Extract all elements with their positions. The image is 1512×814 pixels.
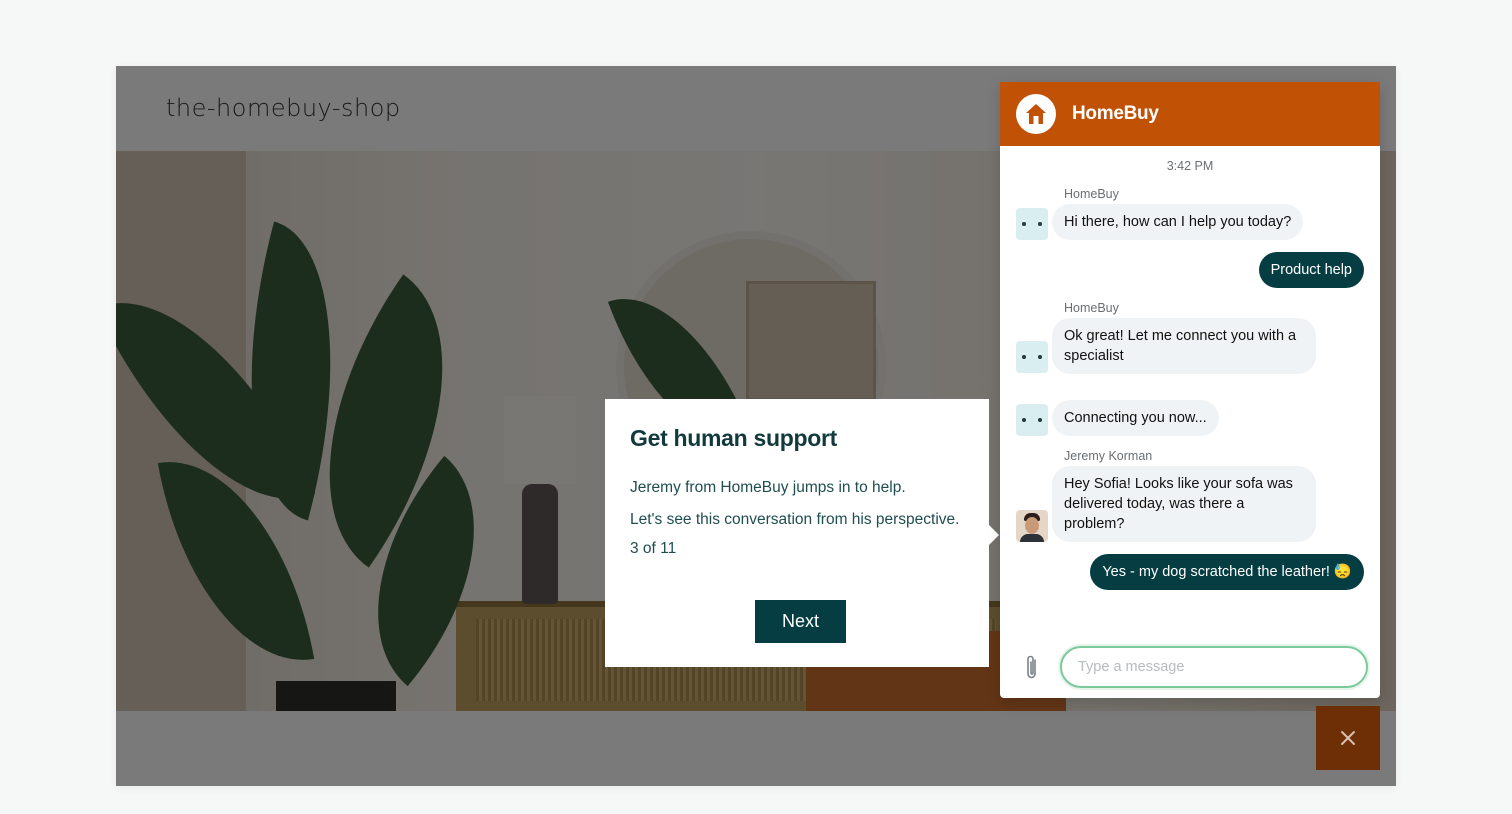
- chat-brand-name: HomeBuy: [1072, 103, 1159, 124]
- chat-widget: HomeBuy 3:42 PM HomeBuy Hi there, how ca…: [1000, 82, 1380, 698]
- tour-step-counter: 3 of 11: [630, 540, 677, 557]
- message-bubble-outgoing: Yes - my dog scratched the leather! 😓: [1090, 554, 1364, 590]
- next-button[interactable]: Next: [755, 600, 846, 643]
- message-sender: HomeBuy: [1064, 301, 1119, 315]
- message-input[interactable]: [1060, 646, 1368, 688]
- tour-paragraph-2: Let's see this conversation from his per…: [630, 511, 960, 528]
- bot-icon: [1016, 404, 1048, 436]
- chat-header: HomeBuy: [1000, 82, 1380, 146]
- message-bubble-incoming: Hey Sofia! Looks like your sofa was deli…: [1052, 466, 1316, 542]
- agent-avatar: [1016, 510, 1048, 542]
- close-icon: [1341, 731, 1355, 745]
- tour-card: Get human support Jeremy from HomeBuy ju…: [605, 399, 999, 667]
- message-sender: HomeBuy: [1064, 187, 1119, 201]
- bot-icon: [1016, 208, 1048, 240]
- message-bubble-incoming: Connecting you now...: [1052, 400, 1219, 436]
- message-sender: Jeremy Korman: [1064, 449, 1153, 463]
- chat-composer: [1000, 644, 1380, 692]
- tour-title: Get human support: [630, 425, 838, 451]
- chat-messages: 3:42 PM HomeBuy Hi there, how can I help…: [1000, 146, 1380, 626]
- message-bubble-incoming: Hi there, how can I help you today?: [1052, 204, 1304, 240]
- house-icon: [1016, 94, 1056, 134]
- message-timestamp: 3:42 PM: [1166, 159, 1214, 173]
- bot-icon: [1016, 341, 1048, 373]
- message-bubble-incoming: Ok great! Let me connect you with a spec…: [1052, 318, 1316, 374]
- paperclip-icon[interactable]: [1022, 654, 1042, 682]
- close-chat-button[interactable]: [1316, 706, 1380, 770]
- message-bubble-outgoing: Product help: [1258, 252, 1364, 288]
- tour-paragraph-1: Jeremy from HomeBuy jumps in to help.: [630, 479, 906, 496]
